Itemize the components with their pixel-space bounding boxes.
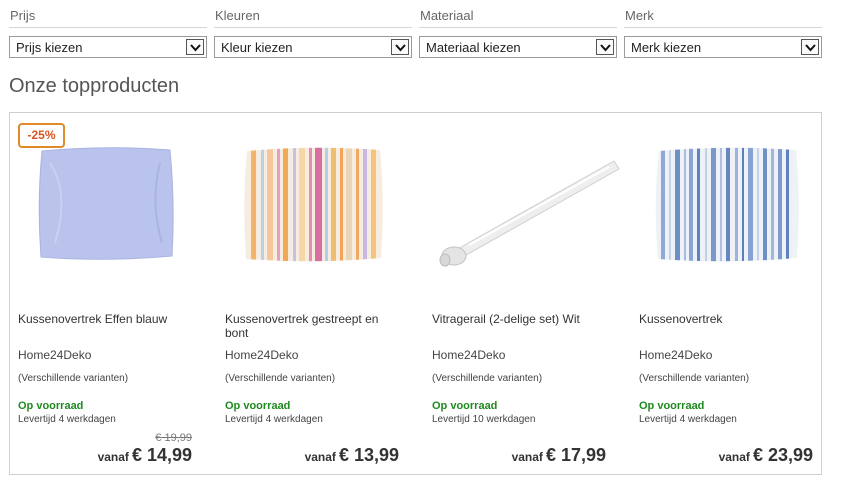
- divider: [214, 27, 412, 28]
- product-brand: Home24Deko: [432, 348, 506, 362]
- product-name[interactable]: Kussenovertrek Effen blauw: [18, 312, 188, 326]
- product-card[interactable]: Kussenovertrek Home24Deko (Verschillende…: [631, 113, 834, 474]
- product-brand: Home24Deko: [639, 348, 713, 362]
- section-title: Onze topproducten: [9, 75, 180, 97]
- filter-label: Merk: [625, 8, 654, 23]
- delivery-time: Levertijd 4 werkdagen: [639, 414, 737, 425]
- delivery-time: Levertijd 4 werkdagen: [225, 414, 323, 425]
- stock-status: Op voorraad: [432, 400, 498, 412]
- price: vanaf € 14,99: [98, 445, 192, 466]
- price: vanaf € 23,99: [719, 445, 813, 466]
- price-amount: € 23,99: [752, 445, 813, 465]
- product-card[interactable]: Kussenovertrek gestreept en bont Home24D…: [217, 113, 420, 474]
- delivery-time: Levertijd 4 werkdagen: [18, 414, 116, 425]
- price-from-label: vanaf: [511, 450, 543, 464]
- price-from-label: vanaf: [304, 450, 336, 464]
- select-value: Prijs kiezen: [16, 40, 83, 55]
- filter-label: Materiaal: [420, 8, 474, 23]
- delivery-time: Levertijd 10 werkdagen: [432, 414, 536, 425]
- chevron-down-icon[interactable]: [186, 39, 204, 55]
- product-image-blue-striped-pillow[interactable]: [631, 123, 831, 283]
- chevron-down-icon[interactable]: [391, 39, 409, 55]
- product-variants: (Verschillende varianten): [225, 373, 336, 384]
- product-brand: Home24Deko: [18, 348, 92, 362]
- chevron-down-icon[interactable]: [596, 39, 614, 55]
- product-name[interactable]: Kussenovertrek gestreept en bont: [225, 312, 395, 340]
- stock-status: Op voorraad: [639, 400, 705, 412]
- price: vanaf € 13,99: [305, 445, 399, 466]
- price-amount: € 13,99: [338, 445, 399, 465]
- filter-bar: Prijs Prijs kiezen Kleuren Kleur kiezen …: [0, 0, 843, 62]
- price: vanaf € 17,99: [512, 445, 606, 466]
- price-select[interactable]: Prijs kiezen: [9, 36, 207, 58]
- filter-label: Kleuren: [215, 8, 260, 23]
- discount-badge: -25%: [18, 123, 65, 148]
- product-name[interactable]: Kussenovertrek: [639, 312, 809, 326]
- select-value: Kleur kiezen: [221, 40, 293, 55]
- product-variants: (Verschillende varianten): [639, 373, 750, 384]
- product-variants: (Verschillende varianten): [18, 373, 129, 384]
- select-value: Merk kiezen: [631, 40, 702, 55]
- filter-label: Prijs: [10, 8, 36, 23]
- material-select[interactable]: Materiaal kiezen: [419, 36, 617, 58]
- product-card[interactable]: -25% Kussenovertrek Effen blauw Home24De…: [10, 113, 213, 474]
- divider: [9, 27, 207, 28]
- product-image-curtain-rail[interactable]: [424, 123, 624, 283]
- product-brand: Home24Deko: [225, 348, 299, 362]
- chevron-down-icon[interactable]: [801, 39, 819, 55]
- product-image-striped-pillow[interactable]: [217, 123, 417, 283]
- color-select[interactable]: Kleur kiezen: [214, 36, 412, 58]
- select-value: Materiaal kiezen: [426, 40, 521, 55]
- brand-select[interactable]: Merk kiezen: [624, 36, 822, 58]
- product-variants: (Verschillende varianten): [432, 373, 543, 384]
- old-price: € 19,99: [155, 432, 192, 444]
- price-amount: € 17,99: [545, 445, 606, 465]
- divider: [624, 27, 822, 28]
- product-name[interactable]: Vitragerail (2-delige set) Wit: [432, 312, 602, 326]
- price-from-label: vanaf: [97, 450, 129, 464]
- divider: [419, 27, 617, 28]
- product-grid: -25% Kussenovertrek Effen blauw Home24De…: [9, 112, 822, 475]
- stock-status: Op voorraad: [225, 400, 291, 412]
- price-amount: € 14,99: [131, 445, 192, 465]
- price-from-label: vanaf: [718, 450, 750, 464]
- product-card[interactable]: Vitragerail (2-delige set) Wit Home24Dek…: [424, 113, 627, 474]
- stock-status: Op voorraad: [18, 400, 84, 412]
